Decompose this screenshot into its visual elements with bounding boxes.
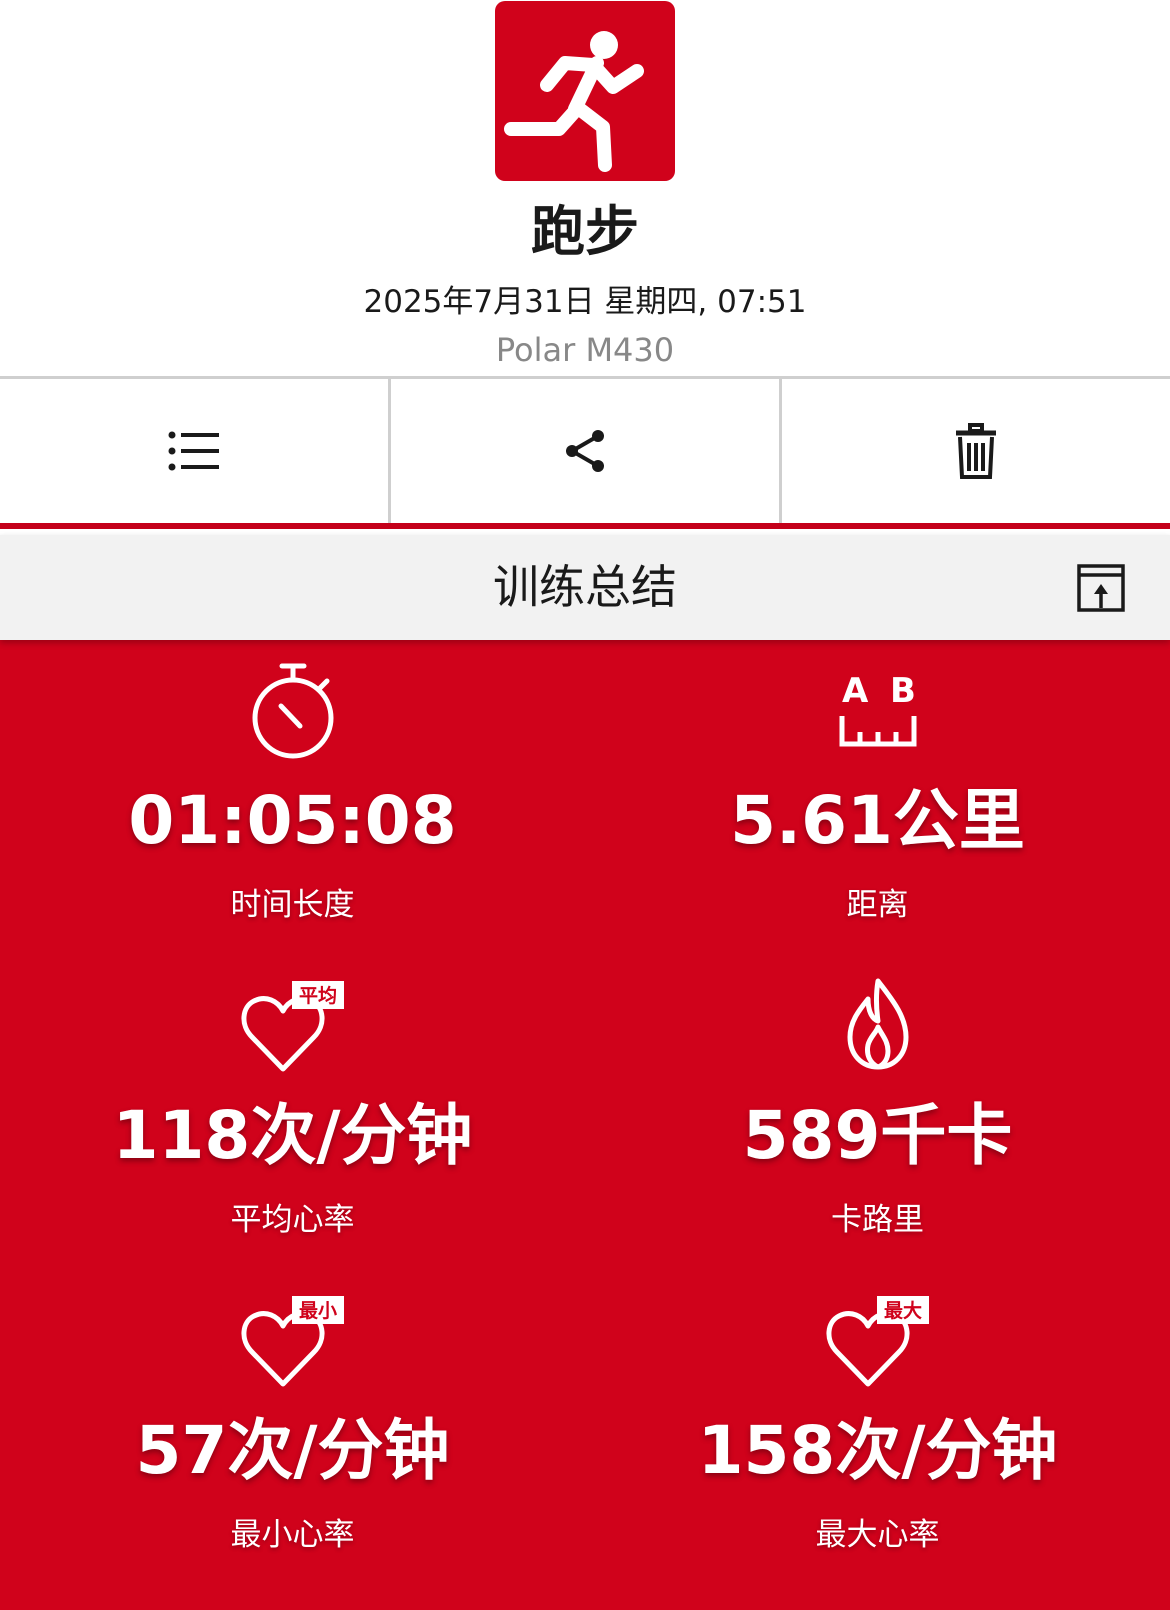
delete-button[interactable] <box>779 379 1170 523</box>
stat-label: 最大心率 <box>815 1517 940 1553</box>
share-icon <box>566 430 604 472</box>
heart-badge: 平均 <box>298 984 336 1007</box>
section-title: 训练总结 <box>493 560 677 614</box>
flame-icon <box>847 978 908 1070</box>
stat-value: 01:05:08 <box>128 782 457 859</box>
sport-name: 跑步 <box>531 200 639 263</box>
distance-a-label: A <box>842 671 869 711</box>
summary-section-bar: 训练总结 <box>0 535 1170 640</box>
share-button[interactable] <box>388 379 779 523</box>
trash-icon <box>956 423 996 479</box>
stat-value: 589千卡 <box>742 1097 1013 1174</box>
stopwatch-icon <box>252 663 333 759</box>
stat-duration: 01:05:08 时间长度 <box>0 640 585 955</box>
stat-label: 平均心率 <box>230 1202 355 1238</box>
session-header: 跑步 2025年7月31日 星期四, 07:51 Polar M430 <box>0 0 1170 376</box>
stat-calories: 589千卡 卡路里 <box>585 955 1170 1270</box>
stat-min-heart-rate: 最小 57次/分钟 最小心率 <box>0 1270 585 1585</box>
stats-grid: 01:05:08 时间长度 A B 5.61公里 距离 平均 118次/分钟 平… <box>0 640 1170 1610</box>
heart-avg-icon: 平均 <box>241 981 344 1072</box>
stat-label: 时间长度 <box>230 887 355 923</box>
session-datetime: 2025年7月31日 星期四, 07:51 <box>363 284 807 320</box>
distance-b-label: B <box>890 671 916 711</box>
export-button[interactable] <box>1077 564 1125 612</box>
stat-label: 最小心率 <box>230 1517 355 1553</box>
heart-badge: 最大 <box>883 1299 921 1322</box>
stat-avg-heart-rate: 平均 118次/分钟 平均心率 <box>0 955 585 1270</box>
stat-label: 卡路里 <box>831 1202 924 1238</box>
stat-value: 57次/分钟 <box>135 1412 450 1489</box>
stat-max-heart-rate: 最大 158次/分钟 最大心率 <box>585 1270 1170 1585</box>
stat-value: 118次/分钟 <box>112 1097 473 1174</box>
details-button[interactable] <box>0 379 388 523</box>
stat-value: 5.61公里 <box>730 782 1025 859</box>
stat-label: 距离 <box>846 887 909 923</box>
stat-value: 158次/分钟 <box>697 1412 1058 1489</box>
stat-distance: A B 5.61公里 距离 <box>585 640 1170 955</box>
training-summary-page: 跑步 2025年7月31日 星期四, 07:51 Polar M430 训练总结… <box>0 0 1170 1610</box>
list-icon <box>168 431 219 471</box>
export-icon <box>1077 564 1125 612</box>
distance-ab-icon: A B <box>839 671 916 747</box>
device-name: Polar M430 <box>495 331 675 369</box>
heart-badge: 最小 <box>298 1300 336 1322</box>
heart-min-icon: 最小 <box>241 1296 344 1387</box>
action-toolbar <box>0 376 1170 529</box>
running-person-icon <box>495 1 675 181</box>
heart-max-icon: 最大 <box>826 1296 929 1387</box>
